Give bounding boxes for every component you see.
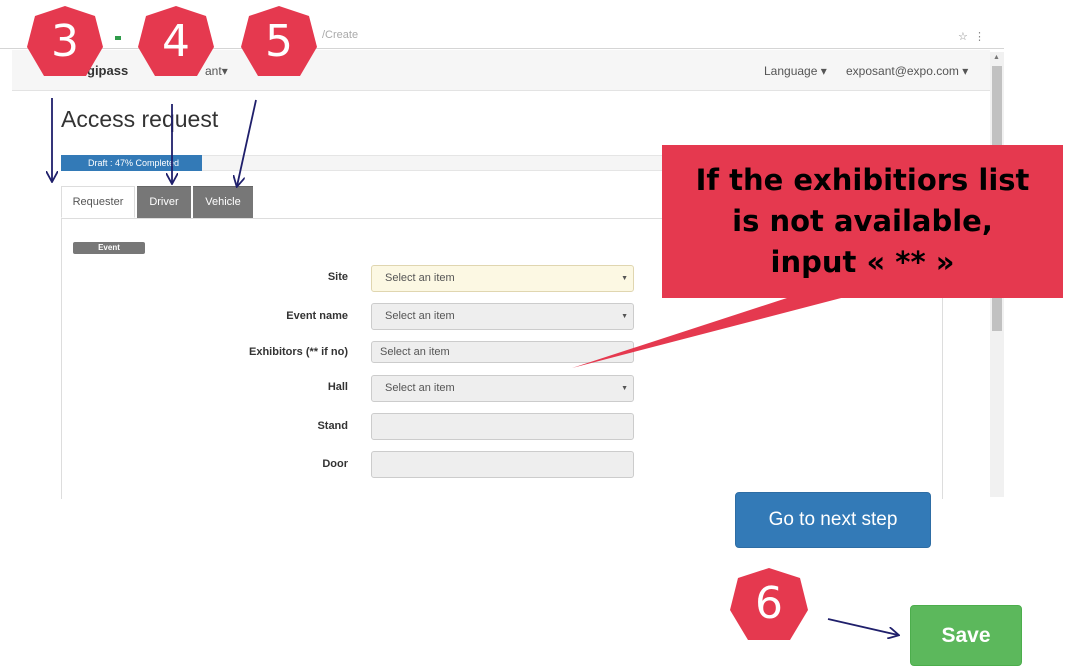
- step-number-3: 3: [51, 16, 79, 67]
- arrow-to-save-button: [827, 618, 898, 635]
- callout-pointer: [572, 297, 845, 368]
- arrow-to-vehicle-tab: [237, 99, 257, 186]
- step-number-6: 6: [755, 578, 783, 629]
- step-number-5: 5: [265, 16, 293, 67]
- annotation-overlay: [27, 6, 1068, 640]
- step-number-4: 4: [162, 16, 190, 67]
